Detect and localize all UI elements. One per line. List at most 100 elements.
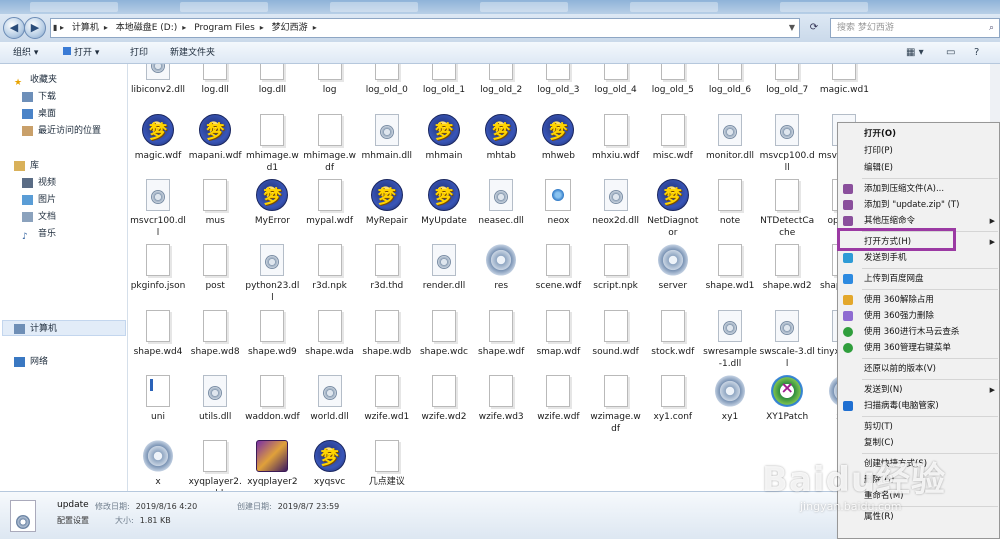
menu-upload-baidu[interactable]: 上传到百度网盘 bbox=[838, 271, 1000, 287]
file-item[interactable]: shape.wdc bbox=[416, 304, 472, 368]
file-item[interactable]: pkginfo.json bbox=[130, 238, 186, 302]
file-item[interactable]: wzife.wd2 bbox=[416, 369, 472, 433]
file-item[interactable]: shape.wd4 bbox=[130, 304, 186, 368]
file-item[interactable]: log_old_1 bbox=[416, 64, 472, 106]
chevron-down-icon[interactable]: ▼ bbox=[789, 19, 795, 37]
tab[interactable] bbox=[480, 2, 568, 12]
nav-computer[interactable]: 计算机 bbox=[14, 321, 57, 337]
file-item[interactable]: x bbox=[130, 434, 186, 491]
file-item[interactable]: log_old_3 bbox=[530, 64, 586, 106]
file-item[interactable]: stock.wdf bbox=[645, 304, 701, 368]
file-item[interactable]: render.dll bbox=[416, 238, 472, 302]
file-item[interactable]: uni bbox=[130, 369, 186, 433]
file-item[interactable]: utils.dll bbox=[187, 369, 243, 433]
file-item[interactable]: sound.wdf bbox=[588, 304, 644, 368]
menu-add-zip[interactable]: 添加到 "update.zip" (T) bbox=[838, 197, 1000, 213]
file-item[interactable]: neox bbox=[530, 173, 586, 237]
file-item[interactable]: xy1.conf bbox=[645, 369, 701, 433]
menu-print[interactable]: 打印(P) bbox=[838, 143, 1000, 159]
nav-documents[interactable]: 文档 bbox=[22, 209, 56, 225]
file-item[interactable]: mhmain bbox=[416, 108, 472, 172]
organize-button[interactable]: 组织 ▾ bbox=[13, 46, 38, 60]
breadcrumb-program-files[interactable]: Program Files bbox=[191, 19, 258, 37]
file-item[interactable]: mypal.wdf bbox=[302, 173, 358, 237]
file-item[interactable]: wzife.wd1 bbox=[359, 369, 415, 433]
file-item[interactable]: msvcp100.dll bbox=[759, 108, 815, 173]
file-item[interactable]: world.dll bbox=[302, 369, 358, 433]
file-item[interactable]: scene.wdf bbox=[530, 238, 586, 302]
nav-libraries[interactable]: 库 bbox=[14, 158, 39, 174]
file-item[interactable]: MyUpdate bbox=[416, 173, 472, 237]
file-item[interactable]: shape.wdb bbox=[359, 304, 415, 368]
nav-favorites[interactable]: ★ 收藏夹 bbox=[14, 72, 57, 88]
file-item[interactable]: r3d.npk bbox=[302, 238, 358, 302]
tab[interactable] bbox=[330, 2, 418, 12]
chevron-right-icon[interactable]: ▸ bbox=[311, 19, 319, 37]
file-item[interactable]: shape.wd2 bbox=[759, 238, 815, 302]
nav-recent[interactable]: 最近访问的位置 bbox=[22, 123, 101, 139]
file-item[interactable]: neasec.dll bbox=[473, 173, 529, 237]
menu-restore[interactable]: 还原以前的版本(V) bbox=[838, 361, 1000, 377]
nav-network[interactable]: 网络 bbox=[14, 354, 48, 370]
nav-downloads[interactable]: 下载 bbox=[22, 89, 56, 105]
menu-send-to[interactable]: 发送到(N) ▶ bbox=[838, 382, 1000, 398]
file-item[interactable]: xy1 bbox=[702, 369, 758, 433]
file-item[interactable]: libiconv2.dll bbox=[130, 64, 186, 106]
file-item[interactable]: log_old_4 bbox=[588, 64, 644, 106]
file-item[interactable]: log bbox=[302, 64, 358, 106]
file-item[interactable]: mhweb bbox=[530, 108, 586, 172]
breadcrumb-drive[interactable]: 本地磁盘E (D:) bbox=[113, 19, 181, 37]
file-item[interactable]: mhimage.wd1 bbox=[244, 108, 300, 173]
file-item[interactable]: shape.wda bbox=[302, 304, 358, 368]
file-item[interactable]: swresample-1.dll bbox=[702, 304, 758, 369]
breadcrumb-current[interactable]: 梦幻西游 bbox=[269, 19, 311, 37]
address-bar[interactable]: ▮ ▸ 计算机 ▸ 本地磁盘E (D:) ▸ Program Files ▸ 梦幻西游… bbox=[50, 18, 800, 38]
file-item[interactable]: magic.wdf bbox=[130, 108, 186, 172]
file-item[interactable]: python23.dll bbox=[244, 238, 300, 303]
file-item[interactable]: mapani.wdf bbox=[187, 108, 243, 172]
preview-pane-icon[interactable]: ▭ bbox=[946, 46, 955, 60]
file-item[interactable]: xyqplayer2.cdd bbox=[187, 434, 243, 491]
file-item[interactable]: mhxiu.wdf bbox=[588, 108, 644, 172]
chevron-right-icon[interactable]: ▸ bbox=[102, 19, 110, 37]
menu-copy[interactable]: 复制(C) bbox=[838, 435, 1000, 451]
breadcrumb-computer[interactable]: 计算机 bbox=[69, 19, 102, 37]
file-item[interactable]: post bbox=[187, 238, 243, 302]
print-button[interactable]: 打印 bbox=[130, 46, 148, 60]
tab[interactable] bbox=[30, 2, 118, 12]
tab[interactable] bbox=[630, 2, 718, 12]
file-item[interactable]: mus bbox=[187, 173, 243, 237]
file-item[interactable]: xyqplayer2 bbox=[244, 434, 300, 491]
file-item[interactable]: script.npk bbox=[588, 238, 644, 302]
file-item[interactable]: NetDiagnotor bbox=[645, 173, 701, 238]
file-item[interactable]: log_old_7 bbox=[759, 64, 815, 106]
menu-edit[interactable]: 编辑(E) bbox=[838, 160, 1000, 176]
file-item[interactable]: shape.wd8 bbox=[187, 304, 243, 368]
file-item[interactable]: misc.wdf bbox=[645, 108, 701, 172]
file-item[interactable]: mhimage.wdf bbox=[302, 108, 358, 173]
file-item[interactable]: log_old_5 bbox=[645, 64, 701, 106]
file-item[interactable]: magic.wd1 bbox=[816, 64, 872, 106]
new-folder-button[interactable]: 新建文件夹 bbox=[170, 46, 215, 60]
menu-open-with[interactable]: 打开方式(H) ▶ bbox=[838, 234, 1000, 250]
menu-other-compress[interactable]: 其他压缩命令 ▶ bbox=[838, 213, 1000, 229]
file-item[interactable]: log_old_0 bbox=[359, 64, 415, 106]
file-item[interactable]: xyqsvc bbox=[302, 434, 358, 491]
file-item[interactable]: smap.wdf bbox=[530, 304, 586, 368]
file-item[interactable]: 几点建议 bbox=[359, 434, 415, 491]
tab[interactable] bbox=[780, 2, 868, 12]
refresh-icon[interactable]: ⟳ bbox=[804, 18, 824, 38]
help-icon[interactable]: ? bbox=[974, 46, 979, 60]
back-button[interactable]: ◀ bbox=[3, 17, 25, 39]
file-item[interactable]: mhtab bbox=[473, 108, 529, 172]
file-item[interactable]: wzimage.wdf bbox=[588, 369, 644, 434]
open-button[interactable]: 打开 ▾ bbox=[63, 46, 99, 60]
file-item[interactable]: wzife.wdf bbox=[530, 369, 586, 433]
search-input[interactable]: 搜索 梦幻西游 ⌕ bbox=[830, 18, 1000, 38]
file-item[interactable]: log.dll bbox=[244, 64, 300, 106]
menu-360-force-delete[interactable]: 使用 360强力删除 bbox=[838, 308, 1000, 324]
file-item[interactable]: neox2d.dll bbox=[588, 173, 644, 237]
file-item[interactable]: shape.wd1 bbox=[702, 238, 758, 302]
file-item[interactable]: r3d.thd bbox=[359, 238, 415, 302]
chevron-right-icon[interactable]: ▸ bbox=[180, 19, 188, 37]
